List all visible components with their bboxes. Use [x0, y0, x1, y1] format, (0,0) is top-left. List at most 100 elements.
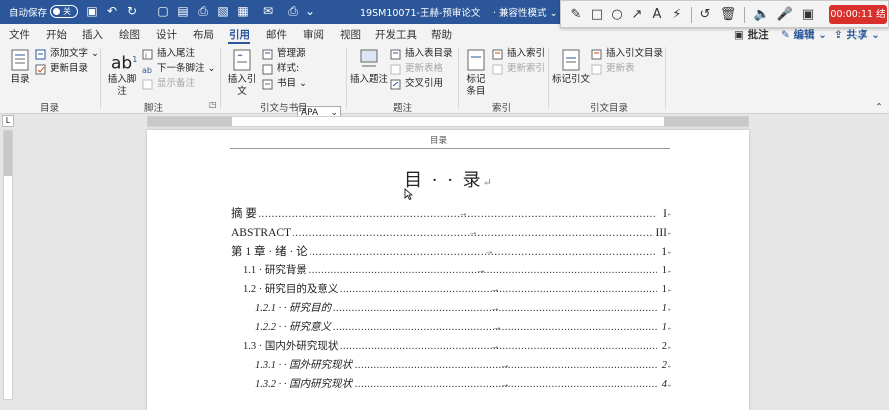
toc-entry[interactable]: ABSTRACT................................… — [231, 225, 671, 241]
tab-mailings[interactable]: 邮件 — [266, 27, 287, 42]
speaker-icon[interactable]: 🔈 — [753, 6, 771, 24]
tab-arrow: → — [468, 227, 478, 238]
tab-file[interactable]: 文件 — [9, 27, 30, 42]
bibliography-button[interactable]: 书目 ⌄ — [262, 77, 307, 91]
update-index-button[interactable]: 更新索引 — [492, 62, 545, 76]
mark-citation-button[interactable]: 标记引文 — [552, 48, 590, 86]
group-separator — [458, 47, 459, 109]
rectangle-icon[interactable]: □ — [588, 6, 606, 24]
update-table-button[interactable]: 更新表格 — [390, 62, 443, 76]
group-separator — [100, 47, 101, 109]
insert-citation-button[interactable]: 插入引文 — [224, 48, 260, 98]
show-notes-button[interactable]: 显示备注 — [142, 77, 195, 91]
group-separator — [548, 47, 549, 109]
toc-entry[interactable]: 第 1 章 · 绪 · 论...........................… — [231, 244, 671, 260]
insert-footnote-button[interactable]: ab1 插入脚注 — [104, 48, 140, 98]
tab-home[interactable]: 开始 — [46, 27, 67, 42]
pdf-icon[interactable]: ▦ — [235, 3, 251, 20]
toc-button[interactable]: 目录 — [6, 48, 34, 86]
mark-entry-button[interactable]: 标记 条目 — [462, 48, 490, 98]
manage-sources-button[interactable]: 管理源 — [262, 47, 306, 61]
comment-button[interactable]: ▣ 批注 — [734, 27, 769, 42]
insert-toa-icon — [591, 49, 602, 60]
save-as-icon[interactable]: ▧ — [215, 3, 231, 20]
autosave-toggle[interactable]: 关 — [50, 5, 78, 18]
update-index-icon — [492, 64, 503, 75]
arrow-icon[interactable]: ↗ — [628, 6, 646, 24]
print-preview-icon[interactable]: ⎙ — [195, 3, 211, 20]
print-icon[interactable]: ⎙ — [285, 3, 301, 20]
toc-entry[interactable]: 1.3.1 · · 国外研究现状........................… — [255, 358, 671, 374]
mark-entry-label: 标记 条目 — [466, 74, 486, 97]
next-footnote-button[interactable]: ab 下一条脚注 ⌄ — [142, 62, 216, 76]
paragraph-mark: ↵ — [666, 342, 671, 352]
tab-arrow: → — [500, 379, 510, 390]
update-toc-button[interactable]: 更新目录 — [35, 62, 88, 76]
add-text-icon — [35, 49, 46, 60]
dialog-launcher-icon[interactable]: ◳ — [209, 100, 217, 109]
record-stop-button[interactable]: 00:00:11 结束 — [829, 5, 887, 39]
add-text-button[interactable]: 添加文字 ⌄ — [35, 47, 99, 61]
compat-mode-text: 兼容性模式 — [499, 8, 547, 19]
toc-entry-text: 1.3 · 国内外研究现状 — [243, 339, 341, 355]
toc-entry[interactable]: 摘 要.....................................… — [231, 206, 671, 222]
paragraph-mark: ↵ — [666, 266, 671, 276]
document-page[interactable]: 目录 目 · · 录↵ 摘 要.........................… — [147, 130, 749, 410]
highlighter-icon[interactable]: ⚡ — [668, 6, 686, 24]
tab-developer[interactable]: 开发工具 — [375, 27, 417, 42]
insert-table-figures-button[interactable]: 插入表目录 — [390, 47, 453, 61]
mic-icon[interactable]: 🎤 — [776, 6, 794, 24]
cross-reference-button[interactable]: 交叉引用 — [390, 77, 443, 91]
save-icon[interactable]: ▣ — [84, 3, 100, 20]
tab-design[interactable]: 设计 — [156, 27, 177, 42]
toc-entry[interactable]: 1.2.2 · · 研究意义..........................… — [255, 320, 671, 336]
tab-review[interactable]: 审阅 — [303, 27, 324, 42]
insert-caption-label: 插入题注 — [350, 74, 389, 85]
insert-index-button[interactable]: 插入索引 — [492, 47, 545, 61]
tab-view[interactable]: 视图 — [340, 27, 361, 42]
vertical-scrollbar[interactable] — [874, 116, 889, 400]
update-toc-label: 更新目录 — [50, 63, 89, 74]
undo-icon[interactable]: ↺ — [696, 6, 714, 24]
circle-icon[interactable]: ○ — [608, 6, 626, 24]
open-icon[interactable]: ▤ — [175, 3, 191, 20]
show-notes-icon — [142, 79, 153, 90]
pen-icon[interactable]: ✎ — [567, 6, 585, 24]
vertical-ruler[interactable] — [3, 130, 13, 400]
group-separator — [220, 47, 221, 109]
tab-layout[interactable]: 布局 — [193, 27, 214, 42]
edit-button[interactable]: ✎ 编辑 ⌄ — [781, 27, 827, 42]
update-toa-button[interactable]: 更新表 — [591, 62, 635, 76]
customize-qat-icon[interactable]: ⌄ — [302, 3, 318, 20]
tab-arrow: → — [476, 265, 486, 276]
add-text-label: 添加文字 — [50, 48, 89, 59]
horizontal-ruler[interactable] — [147, 116, 749, 127]
insert-toa-button[interactable]: 插入引文目录 — [591, 47, 663, 61]
tab-draw[interactable]: 绘图 — [119, 27, 140, 42]
toc-entry[interactable]: 1.3 · 国内外研究现状...........................… — [243, 339, 671, 355]
mark-entry-icon — [467, 49, 485, 71]
footnote-icon: ab1 — [111, 53, 138, 74]
tab-help[interactable]: 帮助 — [431, 27, 452, 42]
collapse-ribbon-icon[interactable]: ⌃ — [875, 102, 883, 113]
toc-entry[interactable]: 1.3.2 · · 国内研究现状........................… — [255, 377, 671, 393]
tab-insert[interactable]: 插入 — [82, 27, 103, 42]
edit-label: 编辑 — [793, 29, 815, 41]
toc-entry[interactable]: 1.2 · 研究目的及意义...........................… — [243, 282, 671, 298]
next-footnote-label: 下一条脚注 — [157, 63, 205, 74]
toc-entry[interactable]: 1.2.1 · · 研究目的..........................… — [255, 301, 671, 317]
tab-selector[interactable]: L — [2, 115, 14, 127]
new-doc-icon[interactable]: ▢ — [155, 3, 171, 20]
email-icon[interactable]: ✉ — [260, 3, 276, 20]
toc-entry[interactable]: 1.1 · 研究背景..............................… — [243, 263, 671, 279]
insert-endnote-button[interactable]: i 插入尾注 — [142, 47, 195, 61]
insert-footnote-label: 插入脚注 — [107, 74, 137, 97]
redo-icon[interactable]: ↻ — [124, 3, 140, 20]
document-title: 19SM10071-王赫-预审论文 — [360, 8, 481, 19]
tab-references[interactable]: 引用 — [229, 27, 250, 42]
camera-icon[interactable]: ▣ — [799, 6, 817, 24]
delete-icon[interactable]: 🗑 — [719, 6, 737, 24]
text-icon[interactable]: A — [648, 6, 666, 24]
undo-icon[interactable]: ↶ — [104, 3, 120, 20]
insert-caption-button[interactable]: 插入题注 — [350, 48, 388, 86]
